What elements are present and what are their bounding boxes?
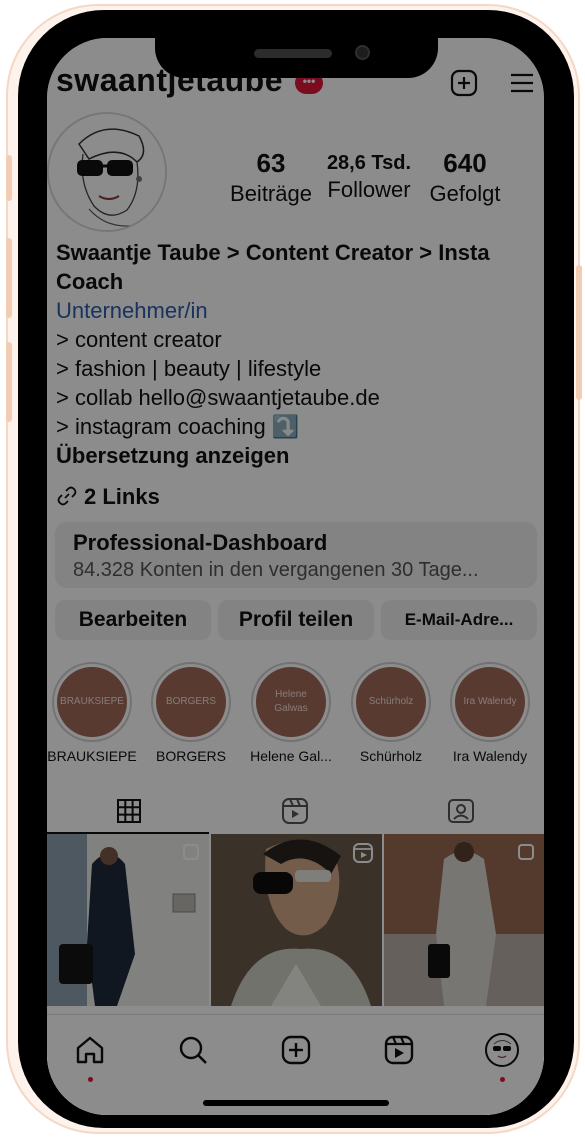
post-thumbnail[interactable]: [384, 834, 544, 1006]
bio-name-continued: Coach: [56, 269, 124, 294]
highlight-cover: BRAUKSIEPE: [57, 667, 127, 737]
highlight-label: Helene Gal...: [250, 748, 332, 764]
bio-line-email[interactable]: > collab hello@swaantjetaube.de: [56, 383, 536, 412]
email-button[interactable]: E-Mail-Adre...: [381, 600, 537, 640]
links-row[interactable]: 2 Links: [56, 484, 160, 510]
avatar-illustration: [49, 114, 165, 230]
highlight-ring: BRAUKSIEPE: [52, 662, 132, 742]
carousel-icon: [183, 844, 199, 860]
home-icon[interactable]: [73, 1033, 107, 1067]
carousel-icon: [518, 844, 534, 860]
bio-line: > content creator: [56, 327, 222, 352]
highlight-label: Ira Walendy: [452, 748, 528, 764]
post-grid: [47, 834, 544, 1012]
stat-following-value: 640: [443, 148, 487, 178]
reels-icon[interactable]: [382, 1033, 416, 1067]
search-icon[interactable]: [176, 1033, 210, 1067]
profile-avatar-mini: [493, 1040, 512, 1059]
translate-link[interactable]: Übersetzung anzeigen: [56, 441, 536, 470]
stat-posts-value: 63: [256, 148, 286, 178]
post-thumbnail[interactable]: [211, 834, 382, 1006]
highlight-item[interactable]: BORGERS BORGERS: [151, 662, 231, 764]
highlight-item[interactable]: Helene Galwas Helene Gal...: [250, 662, 332, 764]
bio-category[interactable]: Unternehmer/in: [56, 296, 536, 325]
create-icon[interactable]: [279, 1033, 313, 1067]
highlight-item[interactable]: Ira Walendy Ira Walendy: [450, 662, 530, 764]
home-indicator: [203, 1100, 389, 1106]
highlight-ring: BORGERS: [151, 662, 231, 742]
highlight-ring: Schürholz: [351, 662, 431, 742]
side-button-mute: [6, 155, 12, 201]
side-button-power: [576, 265, 582, 400]
highlight-label: Schürholz: [359, 748, 423, 764]
stat-followers-label: Follower: [327, 177, 411, 202]
reels-badge-icon: [353, 843, 373, 863]
highlight-cover: Helene Galwas: [256, 667, 326, 737]
bio-name: Swaantje Taube > Content Creator > Insta: [56, 240, 490, 265]
stat-following[interactable]: 640 Gefolgt: [423, 148, 507, 207]
professional-dashboard[interactable]: Professional-Dashboard 84.328 Konten in …: [55, 522, 537, 588]
links-label: 2 Links: [84, 484, 160, 509]
profile-avatar[interactable]: [485, 1033, 519, 1067]
screen: swaantjetaube ••• 63 Beiträge 28,6 Tsd. …: [47, 38, 544, 1115]
highlight-label: BORGERS: [155, 748, 226, 764]
bio-line: > instagram coaching ⤵️: [56, 414, 300, 439]
front-camera: [355, 45, 370, 60]
tab-posts[interactable]: [47, 788, 211, 834]
profile-bio: Swaantje Taube > Content Creator > Insta…: [56, 238, 536, 470]
highlight-ring: Helene Galwas: [251, 662, 331, 742]
menu-icon[interactable]: [507, 68, 537, 98]
side-button-volume-down: [6, 342, 12, 422]
stat-followers-value: 28,6 Tsd.: [326, 152, 412, 174]
highlight-cover: Ira Walendy: [455, 667, 525, 737]
highlight-label: BRAUKSIEPE: [47, 748, 137, 764]
content-tabs: [47, 788, 544, 834]
dashboard-title: Professional-Dashboard: [73, 530, 328, 555]
profile-notification-dot: [500, 1077, 505, 1082]
stat-posts-label: Beiträge: [230, 181, 312, 206]
link-icon: [57, 486, 77, 506]
grid-icon: [117, 799, 141, 823]
tagged-icon: [448, 799, 474, 823]
highlight-cover: BORGERS: [156, 667, 226, 737]
tab-tagged[interactable]: [379, 788, 543, 834]
highlight-item[interactable]: Schürholz Schürholz: [351, 662, 431, 764]
edit-profile-button[interactable]: Bearbeiten: [55, 600, 211, 640]
stat-posts[interactable]: 63 Beiträge: [225, 148, 317, 207]
speaker: [254, 49, 332, 58]
stat-followers[interactable]: 28,6 Tsd. Follower: [319, 148, 419, 203]
add-post-icon[interactable]: [449, 68, 479, 98]
share-profile-button[interactable]: Profil teilen: [218, 600, 374, 640]
bio-line: > fashion | beauty | lifestyle: [56, 356, 322, 381]
notch: [155, 38, 438, 78]
post-thumbnail[interactable]: [47, 834, 209, 1006]
reels-icon: [282, 798, 308, 824]
profile-avatar[interactable]: [47, 112, 167, 232]
highlight-cover: Schürholz: [356, 667, 426, 737]
tab-reels[interactable]: [213, 788, 377, 834]
side-button-volume-up: [6, 238, 12, 318]
highlight-ring: Ira Walendy: [450, 662, 530, 742]
dashboard-subtitle: 84.328 Konten in den vergangenen 30 Tage…: [73, 559, 479, 581]
highlight-item[interactable]: BRAUKSIEPE BRAUKSIEPE: [47, 662, 137, 764]
home-notification-dot: [88, 1077, 93, 1082]
stat-following-label: Gefolgt: [429, 181, 501, 206]
